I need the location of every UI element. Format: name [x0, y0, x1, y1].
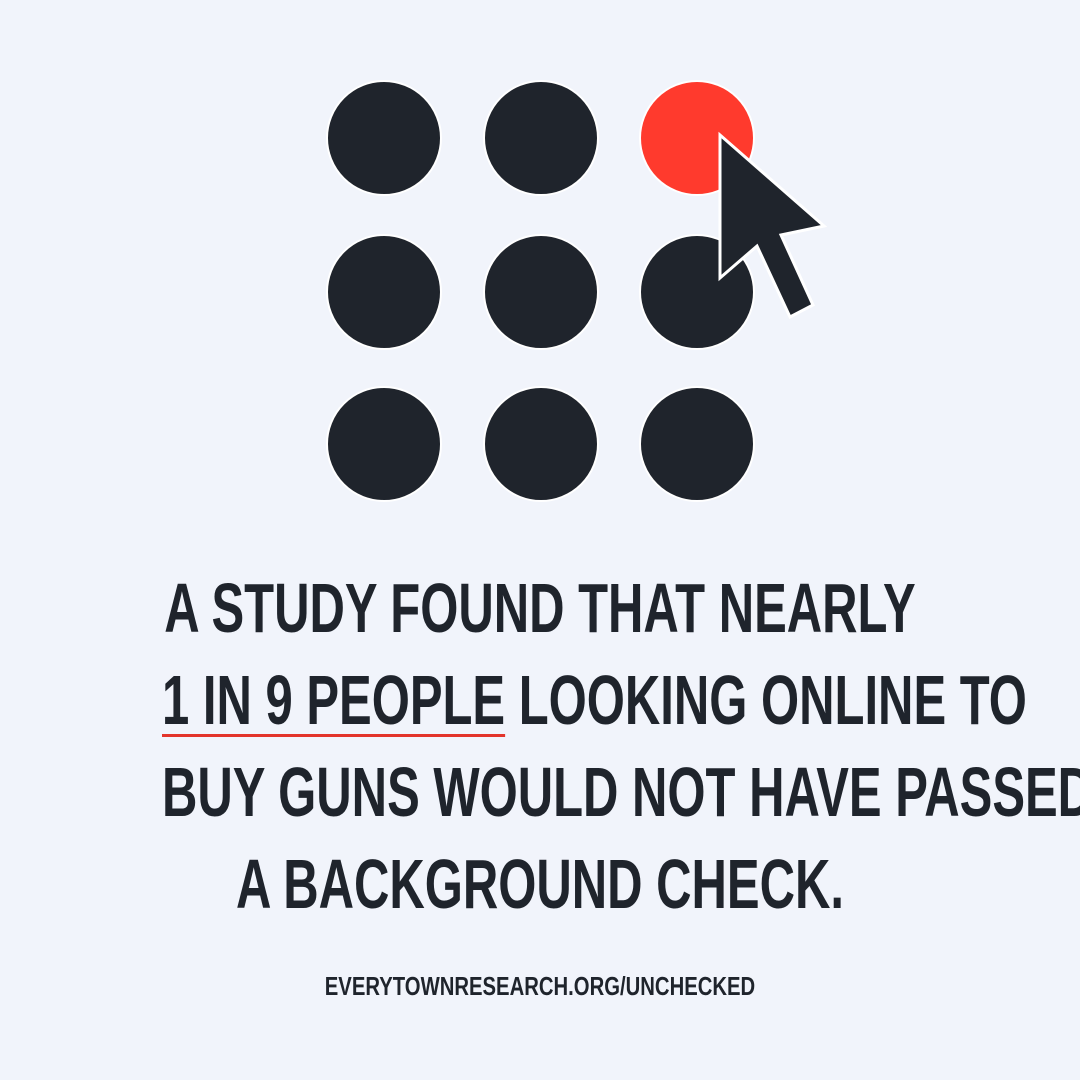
- headline-line-1: A STUDY FOUND THAT NEARLY: [164, 569, 916, 647]
- dot-grid: [326, 80, 755, 502]
- dot: [483, 80, 599, 196]
- headline-line-3: BUY GUNS WOULD NOT HAVE PASSED: [162, 753, 1080, 831]
- dot: [326, 234, 442, 350]
- dot: [483, 234, 599, 350]
- headline: A STUDY FOUND THAT NEARLY 1 IN 9 PEOPLE …: [0, 562, 1080, 930]
- dot: [326, 386, 442, 502]
- headline-line-2: 1 IN 9 PEOPLE LOOKING ONLINE TO: [162, 654, 1027, 746]
- dot: [326, 80, 442, 196]
- headline-line-4: A BACKGROUND CHECK.: [236, 845, 844, 923]
- headline-emphasis: 1 IN 9 PEOPLE: [162, 661, 506, 739]
- source-url[interactable]: EVERYTOWNRESEARCH.ORG/UNCHECKED: [119, 968, 961, 1004]
- headline-line-2-rest: LOOKING ONLINE TO: [505, 661, 1027, 739]
- dot: [639, 386, 755, 502]
- dot-grid-graphic: [326, 80, 828, 502]
- dot: [483, 386, 599, 502]
